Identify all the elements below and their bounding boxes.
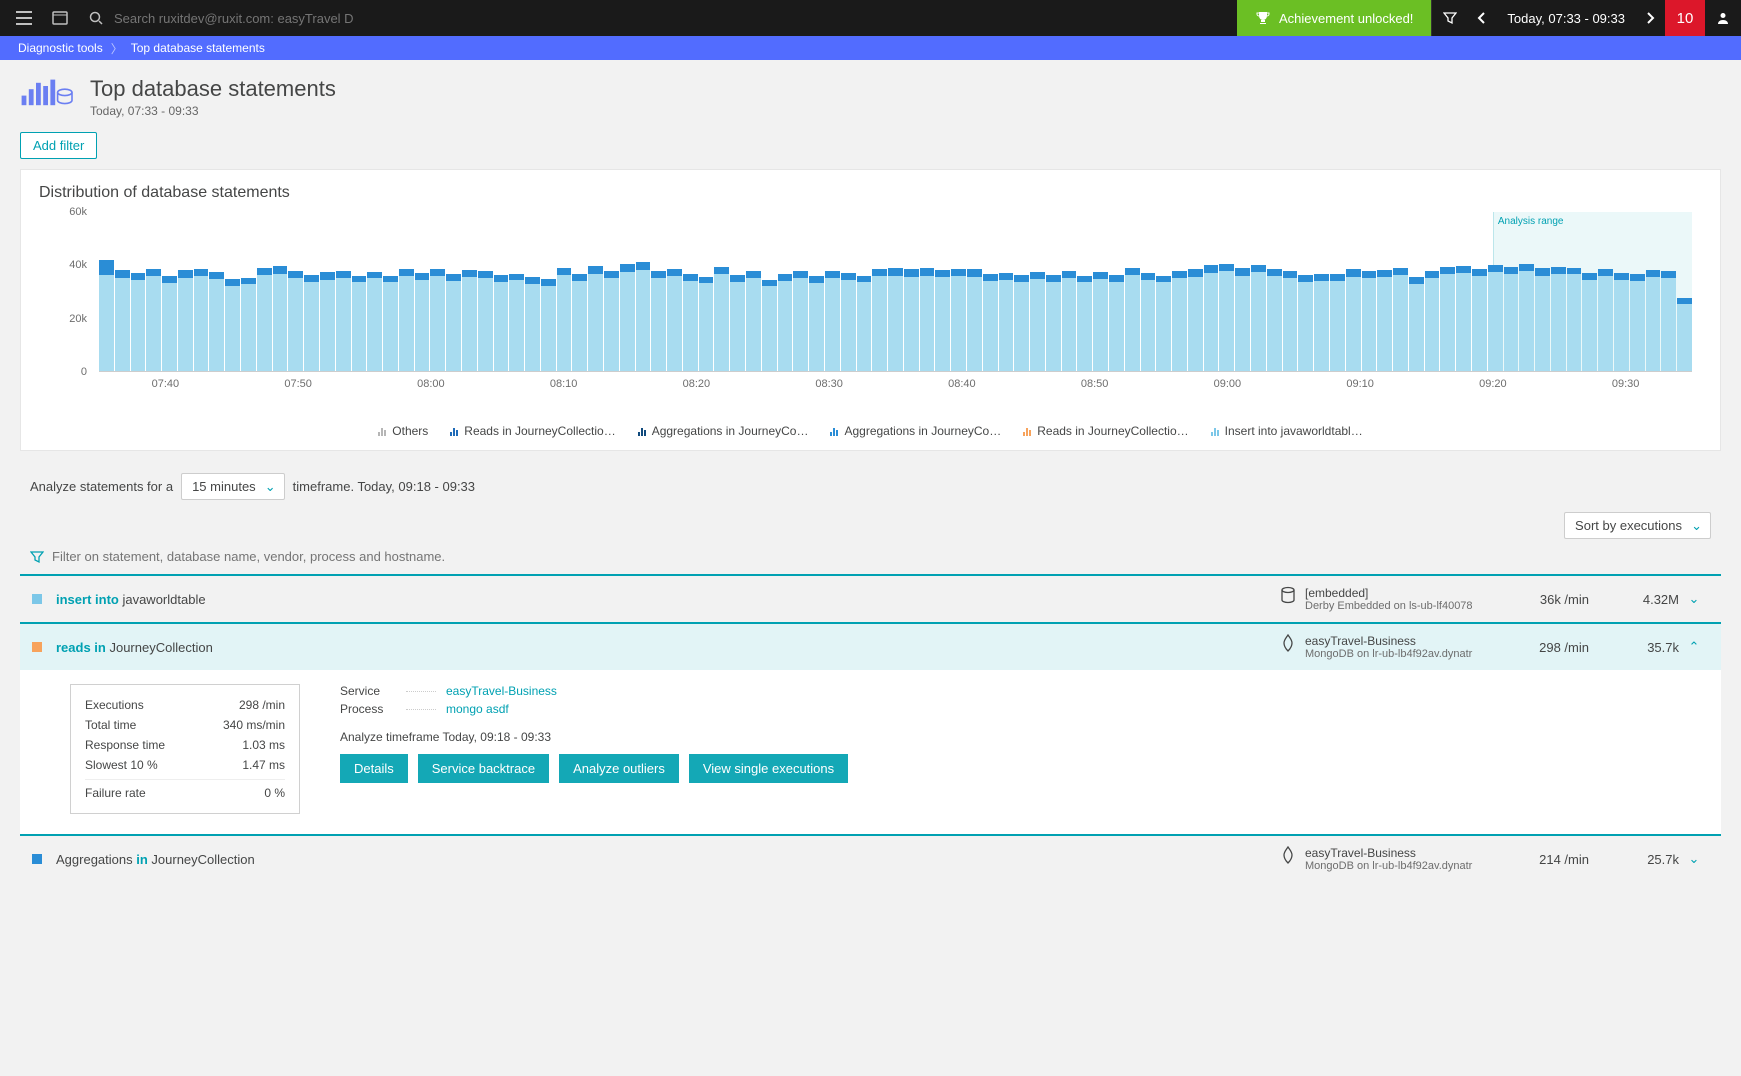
achievement-text: Achievement unlocked! <box>1279 11 1413 26</box>
trophy-icon <box>1255 10 1271 26</box>
statement-text: Aggregations in JourneyCollection <box>56 852 1279 867</box>
chevron-down-icon: ⌄ <box>1691 518 1702 534</box>
legend-item[interactable]: Aggregations in JourneyCo… <box>638 424 809 438</box>
statement-detail: Executions298 /minTotal time340 ms/minRe… <box>20 670 1721 834</box>
db-host: MongoDB on lr-ub-lb4f92av.dynatr <box>1305 860 1472 872</box>
db-name: easyTravel-Business <box>1305 846 1472 860</box>
statement-filter-input[interactable] <box>52 549 552 564</box>
analyze-suffix: timeframe. Today, 09:18 - 09:33 <box>293 479 475 494</box>
sort-select[interactable]: Sort by executions ⌄ <box>1564 512 1711 539</box>
chevron-down-icon[interactable]: ⌄ <box>1679 591 1709 607</box>
add-filter-button[interactable]: Add filter <box>20 132 97 159</box>
process-link[interactable]: mongo asdf <box>446 702 509 716</box>
legend-item[interactable]: Others <box>378 424 428 438</box>
timeframe-select[interactable]: 15 minutes ⌄ <box>181 473 285 500</box>
chevron-down-icon[interactable]: ⌄ <box>1679 851 1709 867</box>
problem-count-badge[interactable]: 10 <box>1665 0 1705 36</box>
page-subtitle: Today, 07:33 - 09:33 <box>90 104 336 118</box>
filter-icon[interactable] <box>1431 0 1467 36</box>
page-title: Top database statements <box>90 76 336 102</box>
achievement-banner[interactable]: Achievement unlocked! <box>1237 0 1431 36</box>
distribution-chart[interactable]: 020k40k60k Analysis range 07:4007:5008:0… <box>39 212 1702 412</box>
series-color-swatch <box>32 854 42 864</box>
rate-value: 298 /min <box>1499 640 1589 655</box>
distribution-heading: Distribution of database statements <box>39 184 1702 202</box>
breadcrumb-item-current[interactable]: Top database statements <box>123 41 273 55</box>
legend-item[interactable]: Aggregations in JourneyCo… <box>830 424 1001 438</box>
total-value: 25.7k <box>1589 852 1679 867</box>
metrics-box: Executions298 /minTotal time340 ms/minRe… <box>70 684 300 814</box>
search-input[interactable] <box>114 11 354 26</box>
menu-icon[interactable] <box>14 8 34 28</box>
chevron-up-icon[interactable]: ⌃ <box>1679 639 1709 655</box>
statement-list: insert into javaworldtable [embedded]Der… <box>20 574 1721 882</box>
action-button[interactable]: Details <box>340 754 408 783</box>
series-color-swatch <box>32 594 42 604</box>
breadcrumb: Diagnostic tools 〉 Top database statemen… <box>0 36 1741 60</box>
statement-text: reads in JourneyCollection <box>56 640 1279 655</box>
breadcrumb-item-tools[interactable]: Diagnostic tools <box>10 41 111 55</box>
time-prev-icon[interactable] <box>1467 12 1497 24</box>
statement-text: insert into javaworldtable <box>56 592 1279 607</box>
time-next-icon[interactable] <box>1635 12 1665 24</box>
db-name: [embedded] <box>1305 586 1473 600</box>
statement-row[interactable]: Aggregations in JourneyCollection easyTr… <box>20 834 1721 882</box>
db-name: easyTravel-Business <box>1305 634 1472 648</box>
page-icon <box>20 76 76 112</box>
analyze-prefix: Analyze statements for a <box>30 479 173 494</box>
legend-item[interactable]: Reads in JourneyCollectio… <box>1023 424 1188 438</box>
time-range-label[interactable]: Today, 07:33 - 09:33 <box>1497 11 1635 26</box>
rate-value: 36k /min <box>1499 592 1589 607</box>
action-button[interactable]: Service backtrace <box>418 754 549 783</box>
service-link[interactable]: easyTravel-Business <box>446 684 557 698</box>
filter-icon <box>30 550 44 564</box>
total-value: 35.7k <box>1589 640 1679 655</box>
top-bar: Achievement unlocked! Today, 07:33 - 09:… <box>0 0 1741 36</box>
database-icon <box>1279 586 1297 604</box>
legend-item[interactable]: Reads in JourneyCollectio… <box>450 424 615 438</box>
series-color-swatch <box>32 642 42 652</box>
action-button[interactable]: View single executions <box>689 754 848 783</box>
user-icon[interactable] <box>1705 0 1741 36</box>
time-range-nav: Today, 07:33 - 09:33 <box>1467 0 1665 36</box>
chevron-down-icon: ⌄ <box>265 479 276 495</box>
legend-item[interactable]: Insert into javaworldtabl… <box>1211 424 1363 438</box>
search-icon[interactable] <box>86 8 106 28</box>
mongodb-icon <box>1279 846 1297 864</box>
rate-value: 214 /min <box>1499 852 1589 867</box>
action-button[interactable]: Analyze outliers <box>559 754 679 783</box>
total-value: 4.32M <box>1589 592 1679 607</box>
statement-row[interactable]: reads in JourneyCollection easyTravel-Bu… <box>20 622 1721 670</box>
chevron-right-icon: 〉 <box>111 40 123 57</box>
chart-legend: Others Reads in JourneyCollectio… Aggregat… <box>39 416 1702 442</box>
statement-row[interactable]: insert into javaworldtable [embedded]Der… <box>20 574 1721 622</box>
analyze-timeframe-label: Analyze timeframe Today, 09:18 - 09:33 <box>340 730 1701 744</box>
db-host: MongoDB on lr-ub-lb4f92av.dynatr <box>1305 648 1472 660</box>
mongodb-icon <box>1279 634 1297 652</box>
dashboard-icon[interactable] <box>50 8 70 28</box>
db-host: Derby Embedded on ls-ub-lf40078 <box>1305 600 1473 612</box>
